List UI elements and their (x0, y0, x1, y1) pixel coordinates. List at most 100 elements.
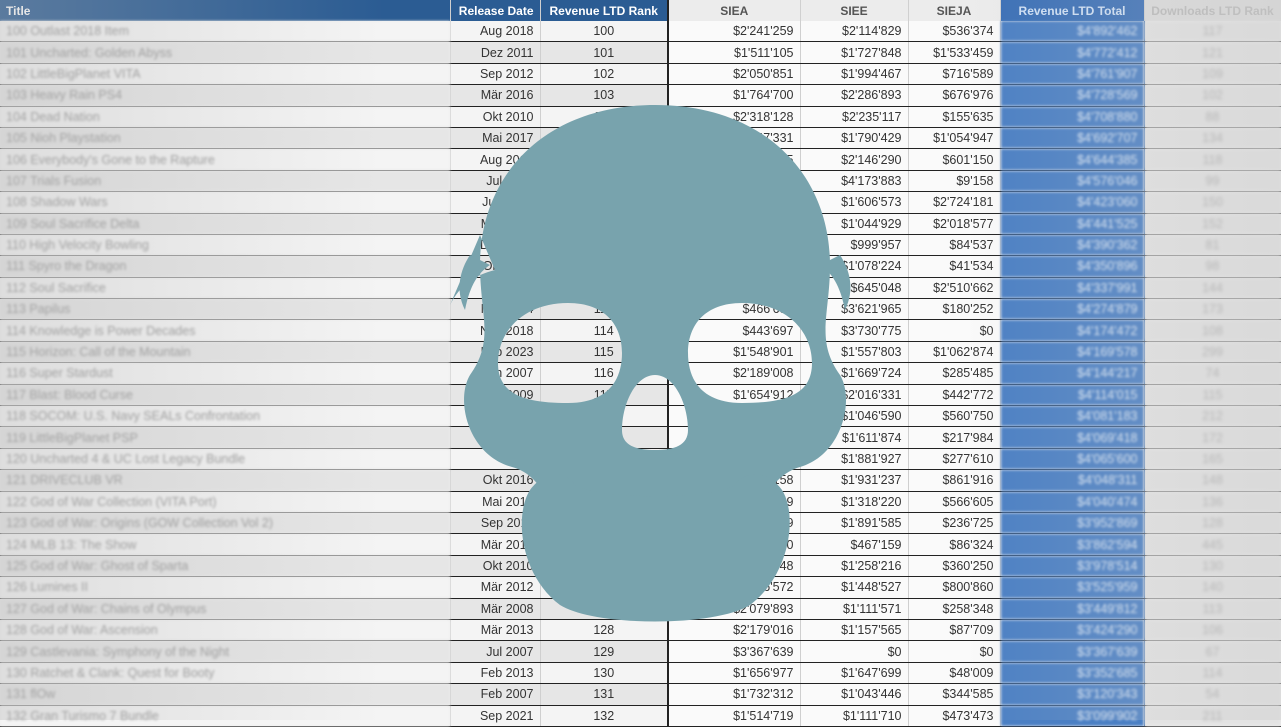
cell-revenue-total[interactable]: $3'449'812 (1000, 598, 1145, 620)
cell-release-date[interactable]: Dez 2011 (450, 41, 541, 64)
cell-downloads-rank[interactable]: 88 (1144, 106, 1281, 128)
cell-revenue-total[interactable]: $4'274'879 (1000, 298, 1145, 321)
cell-sieja[interactable]: $676'976 (908, 84, 1001, 107)
cell-title[interactable]: 104 Dead Nation (0, 106, 451, 128)
cell-revenue-total[interactable]: $3'099'902 (1000, 705, 1145, 727)
cell-revenue-total[interactable]: $4'114'015 (1000, 384, 1145, 407)
cell-title[interactable]: 113 Papilus (0, 298, 451, 321)
cell-sieja[interactable]: $155'635 (908, 106, 1001, 128)
cell-sieja[interactable]: $9'158 (908, 170, 1001, 193)
cell-release-date[interactable]: Aug 2018 (450, 21, 541, 43)
cell-downloads-rank[interactable]: 134 (1144, 127, 1281, 150)
cell-revenue-total[interactable]: $4'761'907 (1000, 63, 1145, 86)
cell-siee[interactable]: $1'111'710 (800, 705, 909, 727)
cell-downloads-rank[interactable]: 130 (1144, 555, 1281, 578)
cell-rank[interactable]: 102 (540, 63, 669, 86)
table-row[interactable]: 100 Outlast 2018 Item Aug 2018 100 $2'241'2… (0, 21, 1281, 43)
cell-title[interactable]: 115 Horizon: Call of the Mountain (0, 341, 451, 364)
cell-rank[interactable]: 101 (540, 41, 669, 64)
header-downloads-rank[interactable]: Downloads LTD Rank (1144, 0, 1281, 21)
cell-downloads-rank[interactable]: 128 (1144, 512, 1281, 535)
cell-downloads-rank[interactable]: 211 (1144, 705, 1281, 727)
cell-sieja[interactable]: $0 (908, 640, 1001, 663)
cell-sieja[interactable]: $0 (908, 319, 1001, 342)
header-title[interactable]: Title (0, 0, 451, 21)
cell-siee[interactable]: $2'286'893 (800, 84, 909, 107)
cell-downloads-rank[interactable]: 117 (1144, 21, 1281, 43)
table-row[interactable]: 130 Ratchet & Clank: Quest for Booty Feb … (0, 662, 1281, 685)
cell-revenue-total[interactable]: $4'174'472 (1000, 319, 1145, 342)
cell-downloads-rank[interactable]: 74 (1144, 362, 1281, 385)
cell-downloads-rank[interactable]: 98 (1144, 255, 1281, 278)
header-revenue-total[interactable]: Revenue LTD Total (1000, 0, 1145, 21)
cell-sieja[interactable]: $236'725 (908, 512, 1001, 535)
cell-downloads-rank[interactable]: 121 (1144, 41, 1281, 64)
cell-downloads-rank[interactable]: 54 (1144, 683, 1281, 706)
cell-release-date[interactable]: Feb 2007 (450, 683, 541, 706)
cell-siea[interactable]: $2'241'259 (668, 21, 801, 43)
cell-revenue-total[interactable]: $3'424'290 (1000, 619, 1145, 642)
cell-sieja[interactable]: $48'009 (908, 662, 1001, 685)
cell-sieja[interactable]: $86'324 (908, 533, 1001, 556)
cell-rank[interactable]: 131 (540, 683, 669, 706)
cell-sieja[interactable]: $277'610 (908, 448, 1001, 471)
header-revenue-rank[interactable]: Revenue LTD Rank (540, 0, 669, 21)
cell-title[interactable]: 102 LittleBigPlanet VITA (0, 63, 451, 86)
cell-downloads-rank[interactable]: 118 (1144, 148, 1281, 171)
cell-sieja[interactable]: $601'150 (908, 148, 1001, 171)
cell-downloads-rank[interactable]: 148 (1144, 469, 1281, 492)
cell-rank[interactable]: 132 (540, 705, 669, 727)
cell-revenue-total[interactable]: $3'862'594 (1000, 533, 1145, 556)
cell-revenue-total[interactable]: $4'576'046 (1000, 170, 1145, 193)
cell-siea[interactable]: $1'511'105 (668, 41, 801, 64)
cell-title[interactable]: 110 High Velocity Bowling (0, 234, 451, 257)
cell-sieja[interactable]: $285'485 (908, 362, 1001, 385)
cell-sieja[interactable]: $84'537 (908, 234, 1001, 257)
cell-revenue-total[interactable]: $3'952'869 (1000, 512, 1145, 535)
cell-revenue-total[interactable]: $4'048'311 (1000, 469, 1145, 492)
cell-revenue-total[interactable]: $4'081'183 (1000, 405, 1145, 428)
cell-title[interactable]: 118 SOCOM: U.S. Navy SEALs Confrontation (0, 405, 451, 428)
cell-title[interactable]: 116 Super Stardust (0, 362, 451, 385)
cell-downloads-rank[interactable]: 152 (1144, 213, 1281, 235)
cell-sieja[interactable]: $716'589 (908, 63, 1001, 86)
cell-sieja[interactable]: $1'062'874 (908, 341, 1001, 364)
cell-revenue-total[interactable]: $4'772'412 (1000, 41, 1145, 64)
cell-downloads-rank[interactable]: 102 (1144, 84, 1281, 107)
cell-downloads-rank[interactable]: 115 (1144, 384, 1281, 407)
cell-siea[interactable]: $1'656'977 (668, 662, 801, 685)
cell-title[interactable]: 112 Soul Sacrifice (0, 277, 451, 300)
table-row[interactable]: 102 LittleBigPlanet VITA Sep 2012 102 $2'05… (0, 63, 1281, 86)
cell-revenue-total[interactable]: $4'708'880 (1000, 106, 1145, 128)
cell-release-date[interactable]: Feb 2013 (450, 662, 541, 685)
cell-release-date[interactable]: Mär 2016 (450, 84, 541, 107)
cell-siea[interactable]: $3'367'639 (668, 640, 801, 663)
cell-downloads-rank[interactable]: 109 (1144, 63, 1281, 86)
cell-title[interactable]: 129 Castlevania: Symphony of the Night (0, 640, 451, 663)
cell-sieja[interactable]: $536'374 (908, 21, 1001, 43)
cell-downloads-rank[interactable]: 99 (1144, 170, 1281, 193)
header-siee[interactable]: SIEE (800, 0, 909, 21)
cell-title[interactable]: 111 Spyro the Dragon (0, 255, 451, 278)
cell-rank[interactable]: 130 (540, 662, 669, 685)
cell-revenue-total[interactable]: $4'144'217 (1000, 362, 1145, 385)
cell-title[interactable]: 109 Soul Sacrifice Delta (0, 213, 451, 235)
cell-siee[interactable]: $1'647'699 (800, 662, 909, 685)
cell-siea[interactable]: $1'514'719 (668, 705, 801, 727)
cell-sieja[interactable]: $1'054'947 (908, 127, 1001, 150)
cell-title[interactable]: 117 Blast: Blood Curse (0, 384, 451, 407)
cell-downloads-rank[interactable]: 144 (1144, 277, 1281, 300)
cell-title[interactable]: 125 God of War: Ghost of Sparta (0, 555, 451, 578)
cell-revenue-total[interactable]: $3'525'959 (1000, 576, 1145, 599)
cell-title[interactable]: 101 Uncharted: Golden Abyss (0, 41, 451, 64)
header-release-date[interactable]: Release Date (450, 0, 541, 21)
cell-sieja[interactable]: $87'709 (908, 619, 1001, 642)
cell-sieja[interactable]: $41'534 (908, 255, 1001, 278)
cell-title[interactable]: 123 God of War: Origins (GOW Collection … (0, 512, 451, 535)
cell-sieja[interactable]: $360'250 (908, 555, 1001, 578)
cell-revenue-total[interactable]: $4'644'385 (1000, 148, 1145, 171)
cell-title[interactable]: 132 Gran Turismo 7 Bundle (0, 705, 451, 727)
cell-siee[interactable]: $1'727'848 (800, 41, 909, 64)
cell-title[interactable]: 120 Uncharted 4 & UC Lost Legacy Bundle (0, 448, 451, 471)
cell-downloads-rank[interactable]: 81 (1144, 234, 1281, 257)
